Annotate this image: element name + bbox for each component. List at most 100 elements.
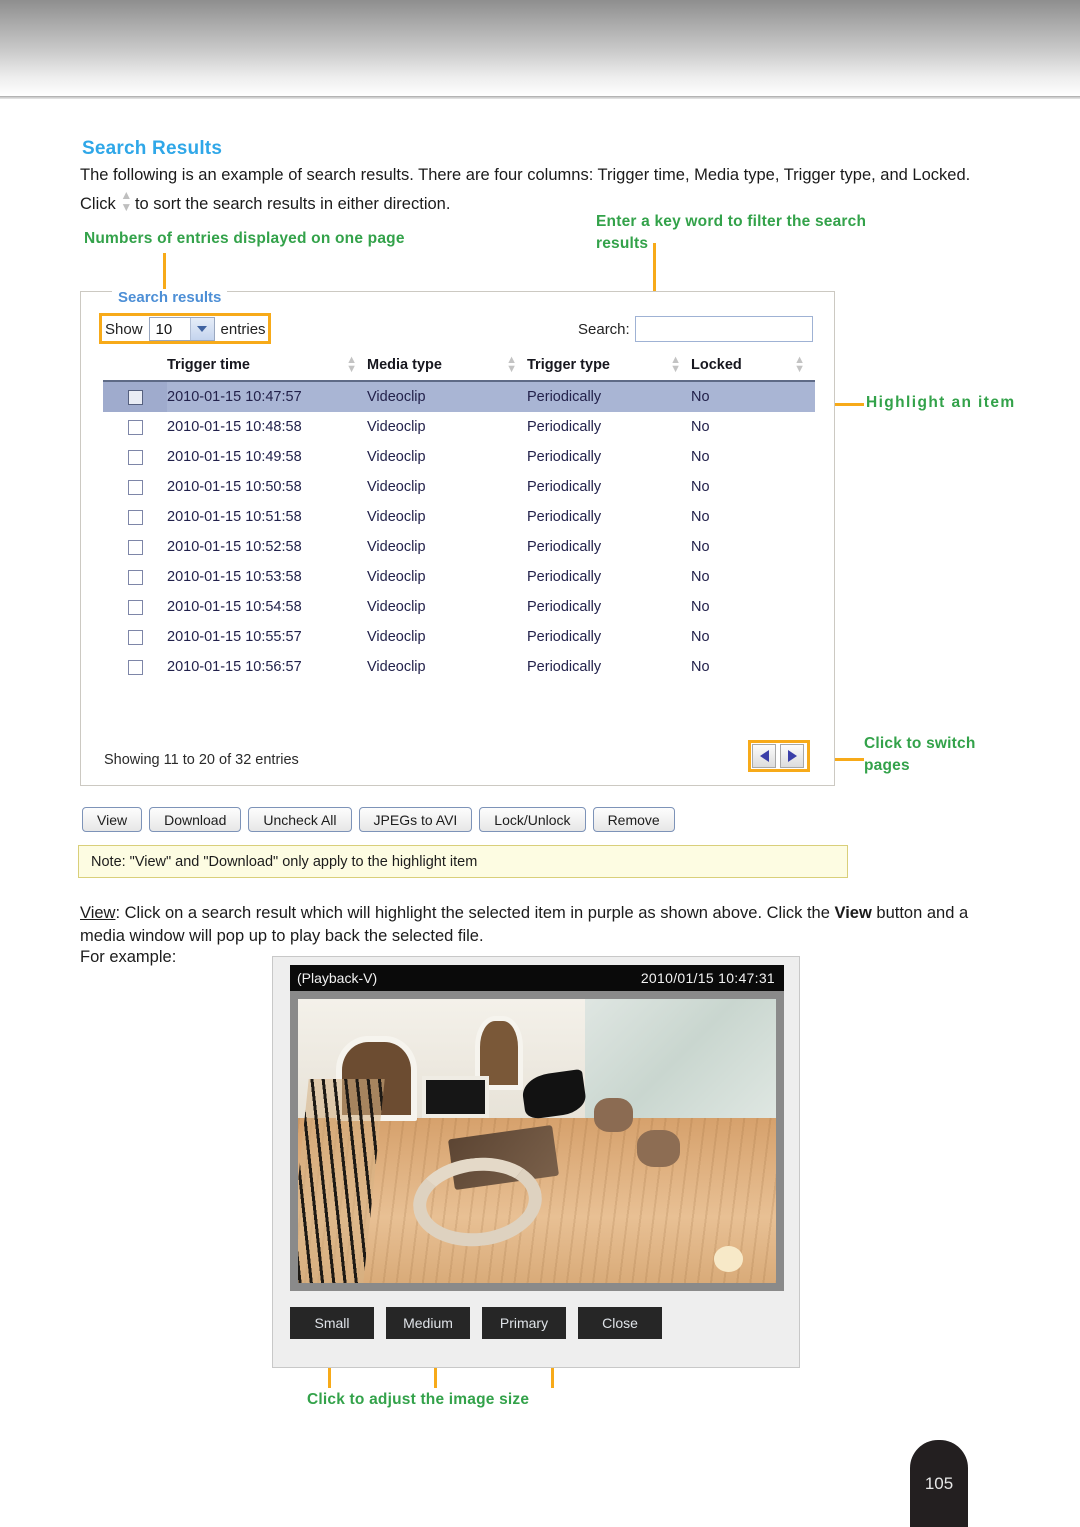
player-timestamp: 2010/01/15 10:47:31 xyxy=(641,970,784,986)
jpegs-to-avi-button[interactable]: JPEGs to AVI xyxy=(359,807,473,832)
player-stream-name: (Playback-V) xyxy=(290,970,377,986)
cell-locked: No xyxy=(691,532,815,562)
header-trigger-type[interactable]: Trigger type ▲▼ xyxy=(527,352,691,381)
cell-locked: No xyxy=(691,442,815,472)
row-checkbox[interactable] xyxy=(128,540,143,555)
page-title: Search Results xyxy=(82,138,222,160)
small-button[interactable]: Small xyxy=(290,1307,374,1339)
row-checkbox[interactable] xyxy=(128,420,143,435)
row-checkbox[interactable] xyxy=(128,660,143,675)
intro-paragraph: The following is an example of search re… xyxy=(80,164,1010,216)
cell-locked: No xyxy=(691,472,815,502)
table-row[interactable]: 2010-01-15 10:53:58VideoclipPeriodically… xyxy=(103,562,815,592)
triangle-right-icon xyxy=(788,750,797,762)
player-title-bar: (Playback-V) 2010/01/15 10:47:31 xyxy=(290,965,784,991)
triangle-left-icon xyxy=(760,750,769,762)
download-button[interactable]: Download xyxy=(149,807,241,832)
cell-trigger-type: Periodically xyxy=(527,652,691,682)
search-row: Search: xyxy=(578,316,813,342)
row-checkbox[interactable] xyxy=(128,510,143,525)
view-sentence-1: : Click on a search result which will hi… xyxy=(115,904,829,922)
sort-arrows-icon[interactable]: ▲▼ xyxy=(346,356,357,374)
table-row[interactable]: 2010-01-15 10:56:57VideoclipPeriodically… xyxy=(103,652,815,682)
row-checkbox-cell[interactable] xyxy=(103,622,167,652)
row-checkbox[interactable] xyxy=(128,570,143,585)
row-checkbox[interactable] xyxy=(128,450,143,465)
row-checkbox-cell[interactable] xyxy=(103,502,167,532)
search-input[interactable] xyxy=(635,316,813,342)
table-row[interactable]: 2010-01-15 10:48:58VideoclipPeriodically… xyxy=(103,412,815,442)
header-media-type[interactable]: Media type ▲▼ xyxy=(367,352,527,381)
row-checkbox[interactable] xyxy=(128,480,143,495)
row-checkbox-cell[interactable] xyxy=(103,562,167,592)
search-label: Search: xyxy=(578,321,630,338)
table-header-row: Trigger time ▲▼ Media type ▲▼ Trigger ty… xyxy=(103,352,815,381)
cell-trigger-time: 2010-01-15 10:52:58 xyxy=(167,532,367,562)
next-page-button[interactable] xyxy=(780,744,804,768)
cell-locked: No xyxy=(691,562,815,592)
cell-trigger-type: Periodically xyxy=(527,442,691,472)
cell-trigger-time: 2010-01-15 10:56:57 xyxy=(167,652,367,682)
primary-button[interactable]: Primary xyxy=(482,1307,566,1339)
remove-button[interactable]: Remove xyxy=(593,807,675,832)
page-number: 105 xyxy=(925,1474,953,1494)
cell-locked: No xyxy=(691,652,815,682)
row-checkbox-cell[interactable] xyxy=(103,592,167,622)
page-number-tab: 105 xyxy=(910,1440,968,1527)
page-header-banner xyxy=(0,0,1080,96)
cell-media-type: Videoclip xyxy=(367,412,527,442)
sort-arrows-icon[interactable]: ▲▼ xyxy=(670,356,681,374)
uncheck-all-button[interactable]: Uncheck All xyxy=(248,807,351,832)
header-trigger-time[interactable]: Trigger time ▲▼ xyxy=(167,352,367,381)
intro-text-part2: to sort the search results in either dir… xyxy=(135,195,450,213)
row-checkbox-cell[interactable] xyxy=(103,442,167,472)
row-checkbox[interactable] xyxy=(128,600,143,615)
lock-unlock-button[interactable]: Lock/Unlock xyxy=(479,807,585,832)
sort-arrows-icon[interactable]: ▲▼ xyxy=(794,356,805,374)
row-checkbox-cell[interactable] xyxy=(103,381,167,412)
row-checkbox-cell[interactable] xyxy=(103,652,167,682)
header-locked[interactable]: Locked ▲▼ xyxy=(691,352,815,381)
for-example-label: For example: xyxy=(80,948,176,967)
entries-select-value: 10 xyxy=(150,318,190,340)
cell-trigger-type: Periodically xyxy=(527,592,691,622)
annotation-entries-count: Numbers of entries displayed on one page xyxy=(84,228,405,250)
table-row[interactable]: 2010-01-15 10:51:58VideoclipPeriodically… xyxy=(103,502,815,532)
table-row[interactable]: 2010-01-15 10:50:58VideoclipPeriodically… xyxy=(103,472,815,502)
entries-per-page-select[interactable]: 10 xyxy=(149,317,215,341)
sort-arrows-icon[interactable]: ▲▼ xyxy=(506,356,517,374)
cell-media-type: Videoclip xyxy=(367,502,527,532)
row-checkbox-cell[interactable] xyxy=(103,532,167,562)
cell-trigger-type: Periodically xyxy=(527,532,691,562)
cell-media-type: Videoclip xyxy=(367,592,527,622)
table-head: Trigger time ▲▼ Media type ▲▼ Trigger ty… xyxy=(103,352,815,381)
prev-page-button[interactable] xyxy=(752,744,776,768)
view-button[interactable]: View xyxy=(82,807,142,832)
header-trigger-time-label: Trigger time xyxy=(167,357,250,373)
row-checkbox[interactable] xyxy=(128,390,143,405)
cell-locked: No xyxy=(691,592,815,622)
row-checkbox[interactable] xyxy=(128,630,143,645)
table-row[interactable]: 2010-01-15 10:52:58VideoclipPeriodically… xyxy=(103,532,815,562)
table-row[interactable]: 2010-01-15 10:55:57VideoclipPeriodically… xyxy=(103,622,815,652)
cell-media-type: Videoclip xyxy=(367,472,527,502)
cell-trigger-time: 2010-01-15 10:50:58 xyxy=(167,472,367,502)
close-button[interactable]: Close xyxy=(578,1307,662,1339)
row-checkbox-cell[interactable] xyxy=(103,472,167,502)
cell-trigger-type: Periodically xyxy=(527,472,691,502)
row-checkbox-cell[interactable] xyxy=(103,412,167,442)
table-row[interactable]: 2010-01-15 10:49:58VideoclipPeriodically… xyxy=(103,442,815,472)
view-bold-word: View xyxy=(835,904,872,922)
cell-media-type: Videoclip xyxy=(367,652,527,682)
cell-trigger-time: 2010-01-15 10:48:58 xyxy=(167,412,367,442)
medium-button[interactable]: Medium xyxy=(386,1307,470,1339)
note-text: Note: "View" and "Download" only apply t… xyxy=(79,854,477,870)
cell-media-type: Videoclip xyxy=(367,562,527,592)
view-keyword: View xyxy=(80,904,115,922)
cell-media-type: Videoclip xyxy=(367,622,527,652)
table-row[interactable]: 2010-01-15 10:54:58VideoclipPeriodically… xyxy=(103,592,815,622)
cell-trigger-time: 2010-01-15 10:55:57 xyxy=(167,622,367,652)
cell-trigger-time: 2010-01-15 10:49:58 xyxy=(167,442,367,472)
table-row[interactable]: 2010-01-15 10:47:57VideoclipPeriodically… xyxy=(103,381,815,412)
cell-trigger-time: 2010-01-15 10:47:57 xyxy=(167,381,367,412)
